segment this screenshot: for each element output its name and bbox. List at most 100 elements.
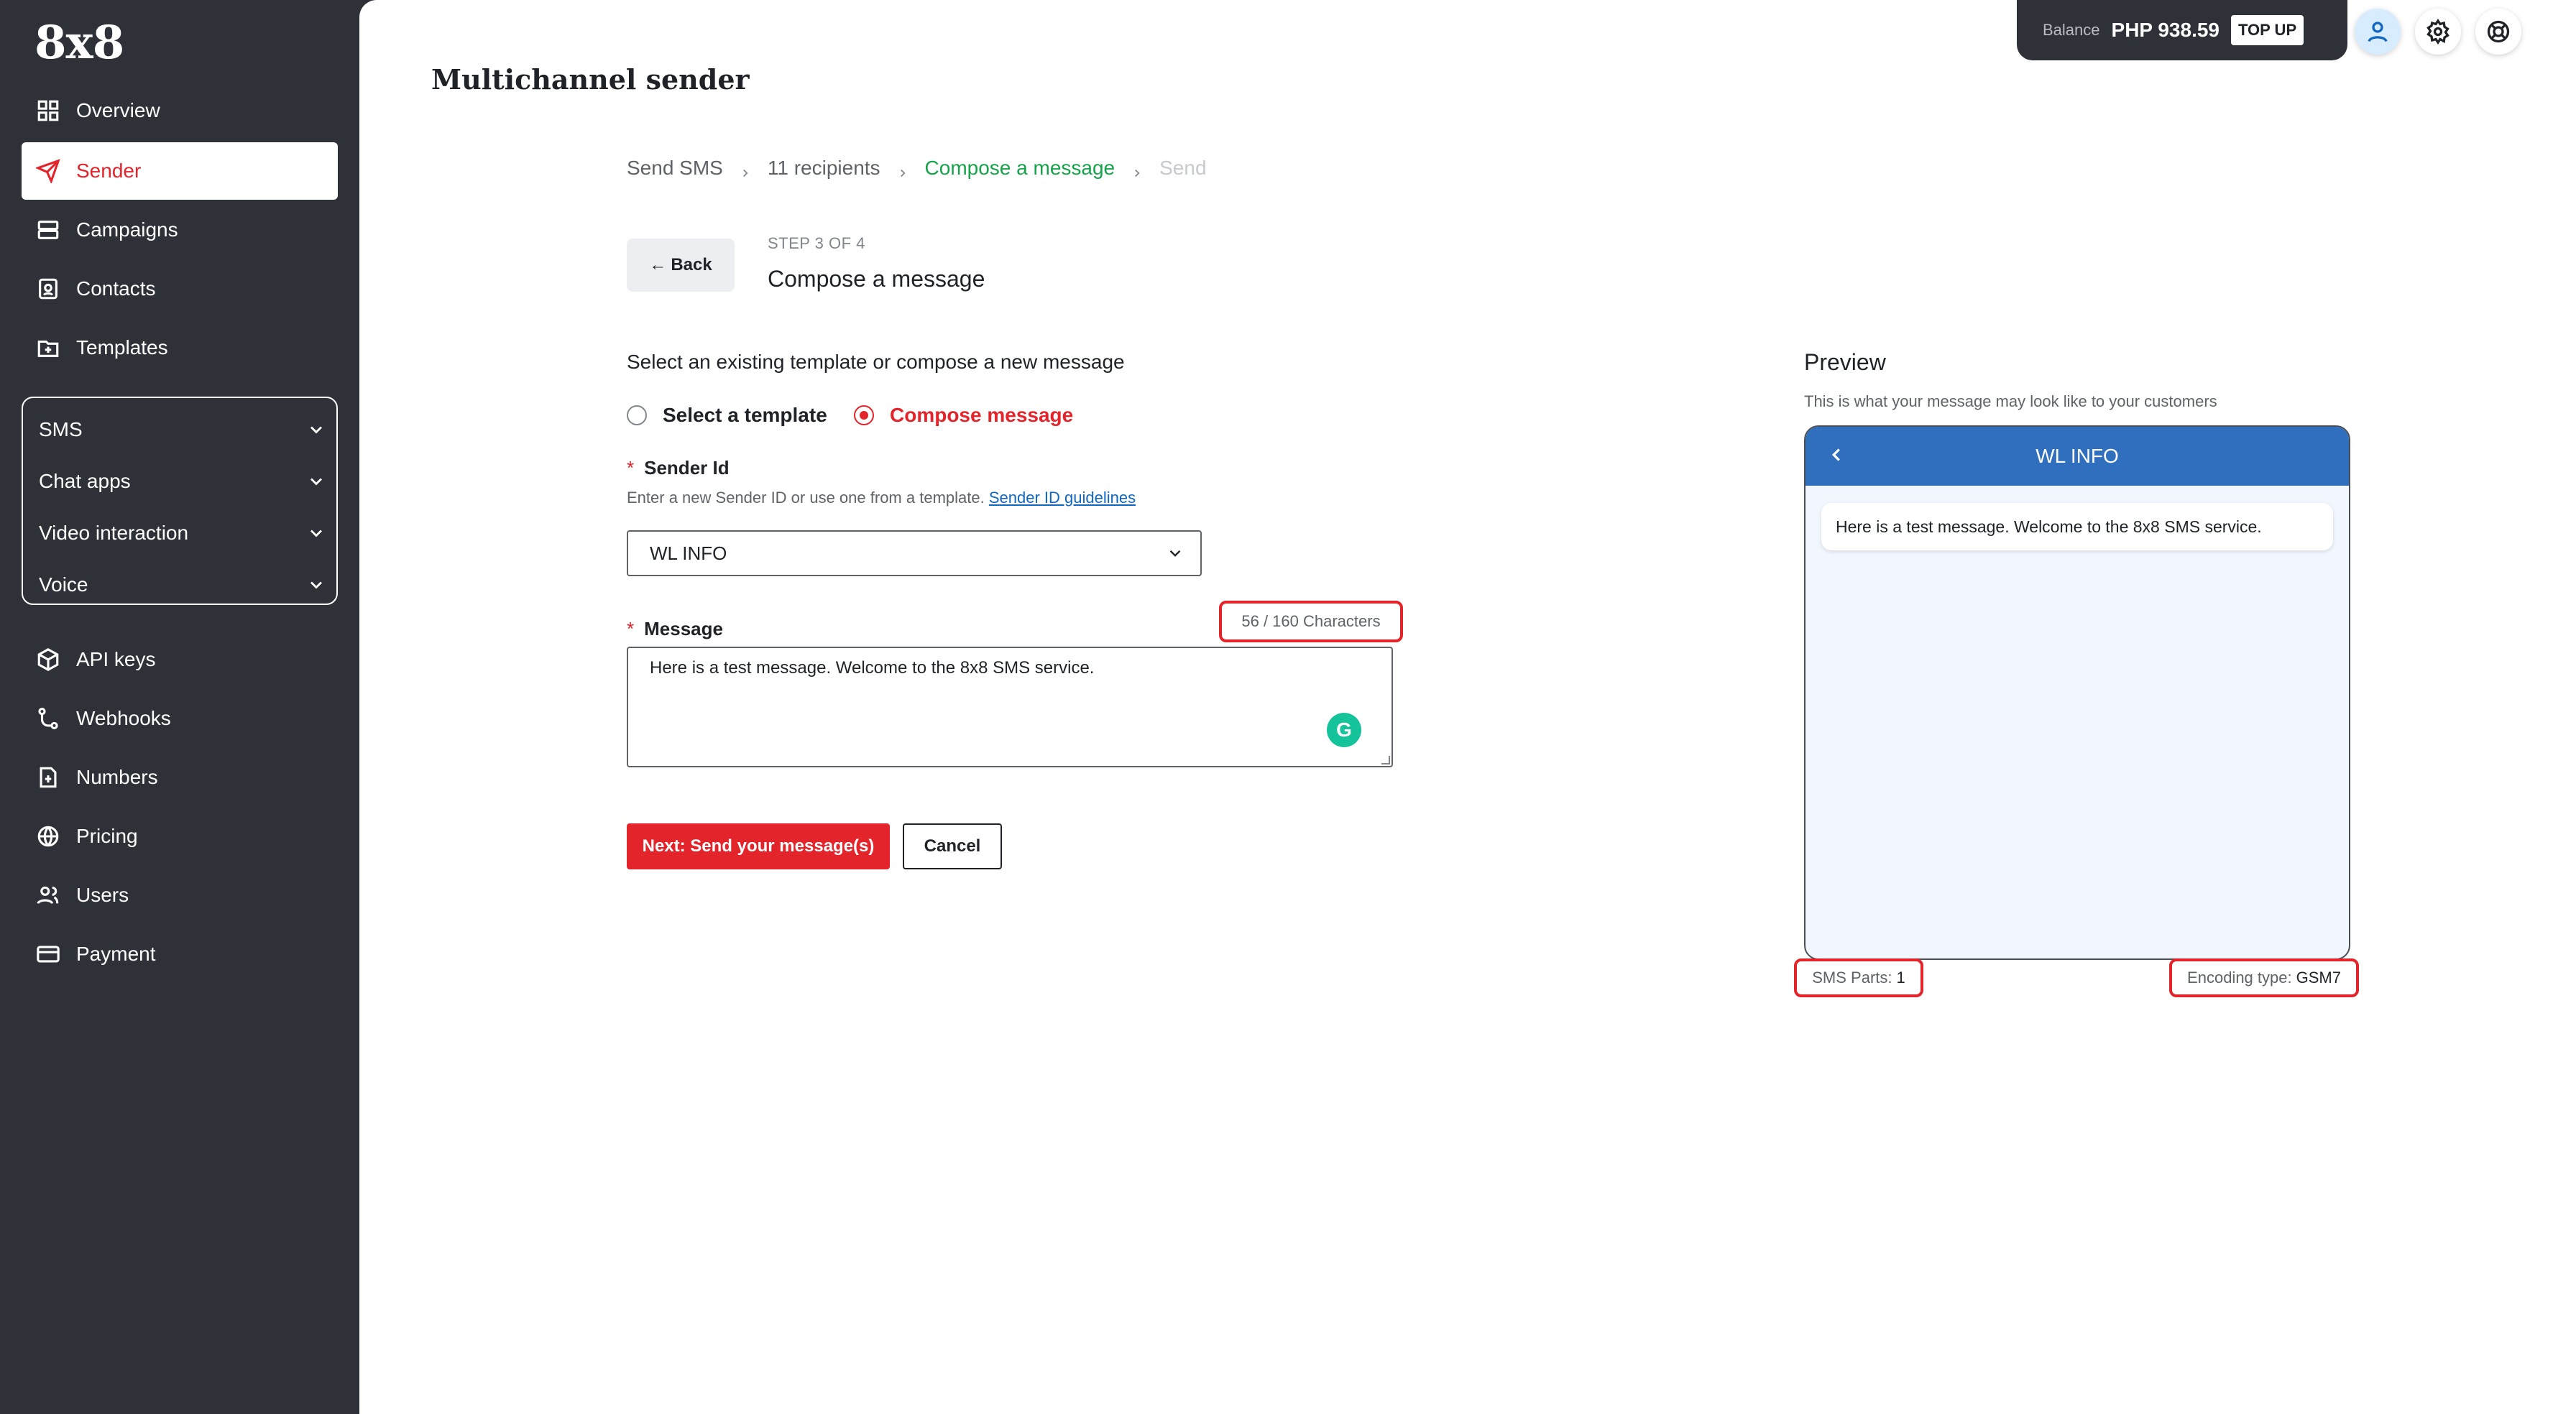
radio-circle[interactable] <box>627 405 647 425</box>
sidebar-item-overview[interactable]: Overview <box>22 82 338 139</box>
top-icons <box>2355 9 2521 55</box>
campaigns-icon <box>36 218 60 242</box>
character-count: 56 / 160 Characters <box>1219 601 1403 642</box>
message-label: * Message <box>627 618 723 640</box>
resize-handle[interactable] <box>1381 756 1390 764</box>
sender-id-guidelines-link[interactable]: Sender ID guidelines <box>989 489 1136 507</box>
sender-id-select[interactable]: WL INFO <box>627 530 1202 576</box>
cube-icon <box>36 647 60 672</box>
breadcrumb-compose: Compose a message <box>924 157 1116 179</box>
sidebar-group-label: Voice <box>39 573 88 596</box>
message-label-text: Message <box>644 618 723 639</box>
main-content: Multichannel sender Balance PHP 938.59 T… <box>359 0 2576 1414</box>
encoding-value: GSM7 <box>2296 969 2341 986</box>
sidebar-group-label: SMS <box>39 418 83 440</box>
user-profile-button[interactable] <box>2355 9 2401 55</box>
sidebar-item-webhooks[interactable]: Webhooks <box>22 690 338 747</box>
phone-header-title: WL INFO <box>2036 445 2119 467</box>
sidebar-item-label: Numbers <box>76 766 158 788</box>
sidebar-item-templates[interactable]: Templates <box>22 319 338 376</box>
encoding-label: Encoding type: <box>2187 969 2292 986</box>
balance-label: Balance <box>2043 21 2100 39</box>
sidebar-item-campaigns[interactable]: Campaigns <box>22 201 338 259</box>
sidebar-item-label: Overview <box>76 99 160 121</box>
radio-circle[interactable] <box>854 405 874 425</box>
chevron-down-icon <box>310 530 322 537</box>
sidebar-item-label: Users <box>76 884 129 906</box>
sender-id-value: WL INFO <box>650 542 727 564</box>
gear-icon <box>2426 19 2450 45</box>
chevron-down-icon <box>310 581 322 589</box>
back-button[interactable]: ← Back <box>627 239 735 292</box>
encoding-type: Encoding type: GSM7 <box>2169 958 2359 997</box>
chevron-down-icon <box>310 426 322 434</box>
page-title: Multichannel sender <box>431 63 750 96</box>
sidebar-item-pricing[interactable]: Pricing <box>22 808 338 865</box>
breadcrumb-send-sms[interactable]: Send SMS <box>627 157 723 180</box>
next-send-button[interactable]: Next: Send your message(s) <box>627 823 890 869</box>
sidebar-item-api-keys[interactable]: API keys <box>22 631 338 688</box>
globe-icon <box>36 824 60 849</box>
sidebar-group-video-interaction[interactable]: Video interaction <box>39 512 326 555</box>
cancel-button[interactable]: Cancel <box>903 823 1002 869</box>
chevron-right-icon <box>739 162 752 177</box>
sidebar-item-sender[interactable]: Sender <box>22 142 338 200</box>
step-title: Compose a message <box>768 266 985 292</box>
grammarly-icon[interactable]: G <box>1327 713 1361 747</box>
sidebar-item-label: API keys <box>76 648 156 670</box>
contacts-icon <box>36 277 60 301</box>
sidebar-item-numbers[interactable]: Numbers <box>22 749 338 806</box>
grid-icon <box>36 98 60 123</box>
channel-group: SMS Chat apps Video interaction Voice <box>22 397 338 605</box>
sidebar-item-label: Payment <box>76 943 156 965</box>
sidebar-group-label: Chat apps <box>39 470 131 492</box>
radio-label: Select a template <box>663 404 827 426</box>
step-indicator: STEP 3 OF 4 <box>768 234 865 252</box>
numbers-icon <box>36 765 60 790</box>
sidebar-item-users[interactable]: Users <box>22 867 338 924</box>
preview-title: Preview <box>1804 349 1886 375</box>
sms-parts-value: 1 <box>1896 969 1905 986</box>
sidebar-group-sms[interactable]: SMS <box>39 408 326 451</box>
sidebar-group-chat-apps[interactable]: Chat apps <box>39 460 326 503</box>
webhook-icon <box>36 706 60 731</box>
sender-id-label: * Sender Id <box>627 457 730 479</box>
top-up-button[interactable]: TOP UP <box>2231 15 2304 45</box>
message-textarea[interactable]: Here is a test message. Welcome to the 8… <box>627 647 1393 767</box>
sidebar-item-label: Sender <box>76 160 142 182</box>
chevron-right-icon <box>896 162 909 177</box>
chevron-left-icon[interactable] <box>1826 444 1847 466</box>
sms-parts-label: SMS Parts: <box>1812 969 1892 986</box>
required-marker: * <box>627 618 635 639</box>
settings-button[interactable] <box>2415 9 2461 55</box>
sender-id-helper: Enter a new Sender ID or use one from a … <box>627 489 1136 507</box>
sender-id-label-text: Sender Id <box>644 457 730 479</box>
arrow-left-icon: ← <box>649 255 667 274</box>
balance-value: PHP 938.59 <box>2111 19 2220 41</box>
send-icon <box>36 159 60 183</box>
radio-compose-message[interactable]: Compose message <box>854 404 1073 427</box>
preview-subtitle: This is what your message may look like … <box>1804 392 2217 410</box>
help-button[interactable] <box>2475 9 2521 55</box>
sender-id-helper-text: Enter a new Sender ID or use one from a … <box>627 489 985 507</box>
sms-parts: SMS Parts: 1 <box>1794 958 1923 997</box>
sidebar-item-contacts[interactable]: Contacts <box>22 260 338 318</box>
sidebar-group-voice[interactable]: Voice <box>39 563 326 606</box>
sidebar: 8x8 Overview Sender Campaigns Contacts T… <box>0 0 359 1414</box>
chevron-down-icon <box>1169 550 1181 557</box>
required-marker: * <box>627 457 635 479</box>
breadcrumb-recipients[interactable]: 11 recipients <box>768 157 880 180</box>
radio-label: Compose message <box>890 404 1074 426</box>
brand-logo[interactable]: 8x8 <box>34 16 124 70</box>
sidebar-item-payment[interactable]: Payment <box>22 925 338 983</box>
compose-intro: Select an existing template or compose a… <box>627 351 1125 373</box>
sidebar-item-label: Webhooks <box>76 707 171 729</box>
chevron-right-icon <box>1131 162 1144 177</box>
lifebuoy-icon <box>2487 20 2510 43</box>
phone-preview: WL INFO Here is a test message. Welcome … <box>1804 425 2350 960</box>
sidebar-item-label: Pricing <box>76 825 138 847</box>
radio-select-template[interactable]: Select a template <box>627 404 827 427</box>
sidebar-item-label: Contacts <box>76 277 156 300</box>
sidebar-item-label: Campaigns <box>76 218 178 241</box>
card-icon <box>36 942 60 966</box>
